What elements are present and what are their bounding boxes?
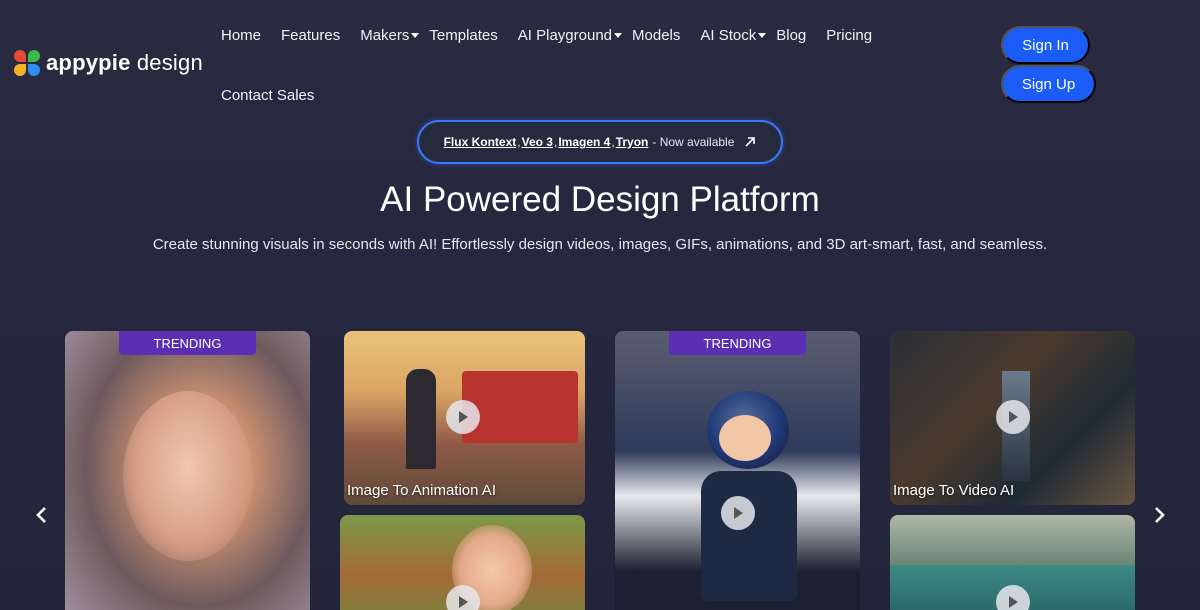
brand-name: appypie design	[46, 50, 203, 75]
page-subtitle: Create stunning visuals in seconds with …	[152, 236, 1048, 253]
main-nav: Home Features Makers Templates AI Playgr…	[221, 24, 941, 104]
play-icon[interactable]	[446, 400, 480, 434]
announce-link-imagen-4[interactable]: Imagen 4	[558, 135, 610, 149]
announcement-banner[interactable]: Flux Kontext, Veo 3, Imagen 4, Tryon - N…	[417, 120, 783, 164]
carousel-card-cave-lake[interactable]	[890, 515, 1135, 610]
announce-suffix: - Now available	[652, 135, 735, 149]
nav-contact-sales[interactable]: Contact Sales	[221, 87, 314, 104]
play-icon[interactable]	[721, 496, 755, 530]
card-figure	[406, 369, 436, 469]
sign-in-button[interactable]: Sign In	[1001, 26, 1090, 64]
carousel-card-image-to-video[interactable]: Image To Video AI	[890, 331, 1135, 505]
card-image	[123, 391, 253, 561]
brand-logo[interactable]: appypie design	[14, 50, 203, 76]
announce-link-tryon[interactable]: Tryon	[616, 135, 649, 149]
announce-link-veo-3[interactable]: Veo 3	[522, 135, 553, 149]
nav-features[interactable]: Features	[281, 27, 340, 44]
arrow-up-right-icon	[745, 137, 756, 147]
card-face	[719, 415, 771, 461]
page-title: AI Powered Design Platform	[380, 180, 820, 219]
nav-home[interactable]: Home	[221, 27, 261, 44]
card-body	[701, 471, 797, 601]
play-icon[interactable]	[996, 400, 1030, 434]
card-label: Image To Video AI	[893, 482, 1015, 499]
nav-templates[interactable]: Templates	[429, 27, 497, 44]
announce-link-flux-kontext[interactable]: Flux Kontext	[444, 135, 517, 149]
chevron-right-icon[interactable]	[1149, 505, 1169, 525]
sign-up-button[interactable]: Sign Up	[1001, 65, 1096, 103]
trending-badge: TRENDING	[119, 331, 256, 355]
card-image	[462, 371, 578, 443]
carousel-card-image-to-animation[interactable]: Image To Animation AI	[344, 331, 585, 505]
nav-ai-stock[interactable]: AI Stock	[700, 27, 767, 44]
nav-models[interactable]: Models	[632, 27, 680, 44]
nav-ai-playground[interactable]: AI Playground	[518, 27, 623, 44]
chevron-down-icon	[411, 32, 420, 38]
chevron-left-icon[interactable]	[32, 505, 52, 525]
nav-pricing[interactable]: Pricing	[826, 27, 872, 44]
chevron-down-icon	[758, 32, 767, 38]
card-label: Image To Animation AI	[347, 482, 496, 499]
nav-blog[interactable]: Blog	[776, 27, 806, 44]
carousel-card-baby-police[interactable]	[615, 331, 860, 610]
nav-makers[interactable]: Makers	[360, 27, 420, 44]
trending-badge: TRENDING	[669, 331, 806, 355]
carousel-card-animated-girl[interactable]	[340, 515, 585, 610]
appypie-logo-icon	[14, 50, 40, 76]
chevron-down-icon	[614, 32, 623, 38]
carousel-card-portrait[interactable]	[65, 331, 310, 610]
